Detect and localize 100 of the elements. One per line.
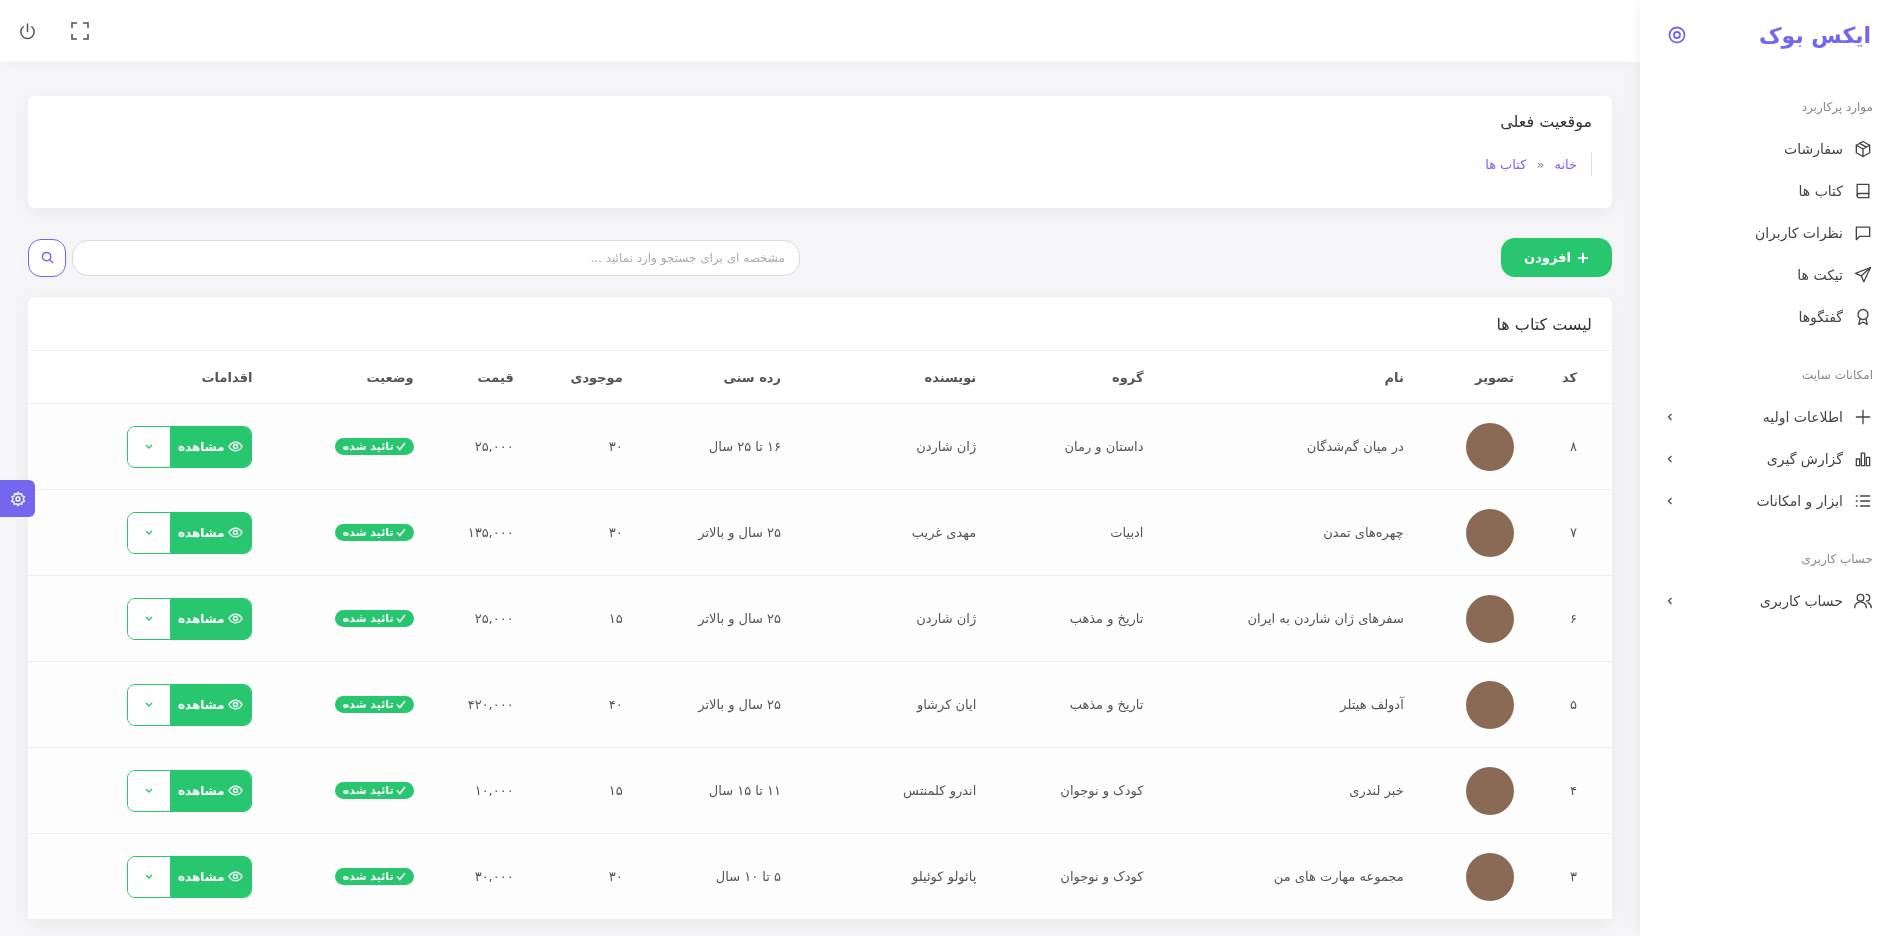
sidebar-item[interactable]: تیکت ها	[1640, 254, 1901, 296]
table-cell: ۳۰	[530, 489, 641, 576]
sidebar-item[interactable]: نظرات کاربران	[1640, 212, 1901, 254]
table-cell: مهدی غریب	[801, 489, 997, 576]
table-cell: ۱۶ تا ۲۵ سال	[640, 403, 801, 490]
card-title: لیست کتاب ها	[1495, 314, 1593, 336]
table-cell: ایان کرشاو	[801, 661, 997, 748]
sidebar-item[interactable]: گفتگوها	[1640, 296, 1901, 338]
chevron-down-icon	[143, 701, 154, 708]
status-text: تائید شده	[342, 698, 394, 711]
eye-icon	[228, 699, 244, 710]
column-header: اقدامات	[28, 350, 301, 404]
column-header: رده سنی	[640, 350, 801, 404]
chevron-icon	[1665, 496, 1675, 506]
table-cell: آدولف هیتلر	[1161, 661, 1422, 748]
table-cell: ۳	[1541, 833, 1612, 920]
table-cell: کودک و نوجوان	[996, 833, 1162, 920]
table-cell: ۲۵,۰۰۰	[430, 403, 531, 490]
table-cell: ۴۰	[530, 661, 641, 748]
chevron-down-icon	[143, 787, 154, 794]
table-cell: ۵ تا ۱۰ سال	[640, 833, 801, 920]
users-icon	[1853, 591, 1873, 611]
column-header: موجودی	[530, 350, 641, 404]
column-header: گروه	[996, 350, 1162, 404]
table-cell: ۱۵	[530, 747, 641, 834]
search-field[interactable]: مشخصه ای برای جستجو وارد نمائید ...	[72, 239, 800, 276]
breadcrumb-separator: «	[1536, 157, 1545, 172]
plus-icon	[1576, 251, 1589, 264]
status-text: تائید شده	[342, 612, 394, 625]
table-cell: ۲۵ سال و بالاتر	[640, 489, 801, 576]
table-cell: ۱۰,۰۰۰	[430, 747, 531, 834]
table-cell: ۷	[1541, 489, 1612, 576]
search-icon	[40, 251, 54, 264]
logo-text[interactable]: ایکس بوک	[1759, 22, 1871, 48]
column-header: تصویر	[1421, 350, 1542, 404]
table-cell: ۸	[1541, 403, 1612, 490]
check-icon	[395, 442, 406, 451]
table-cell: ادبیات	[996, 489, 1162, 576]
settings-button[interactable]	[0, 480, 35, 517]
table-cell: ۱۳۵,۰۰۰	[430, 489, 531, 576]
table-cell: پائولو کوئیلو	[801, 833, 997, 920]
eye-icon	[228, 527, 244, 538]
paper-plane-icon	[1853, 265, 1873, 285]
table-cell: ژان شاردن	[801, 575, 997, 662]
section-heading: حساب کاربری	[1800, 551, 1874, 568]
breadcrumb-link[interactable]: کتاب ها	[1485, 157, 1527, 172]
check-icon	[395, 614, 406, 623]
table-cell: ۶	[1541, 575, 1612, 662]
sidebar-item[interactable]: اطلاعات اولیه	[1640, 396, 1901, 438]
power-icon[interactable]	[18, 21, 37, 41]
table-cell: ۲۵ سال و بالاتر	[640, 661, 801, 748]
table-cell: ۳۰,۰۰۰	[430, 833, 531, 920]
status-text: تائید شده	[342, 440, 394, 453]
section-heading: امکانات سایت	[1801, 367, 1874, 384]
card-title: موقعیت فعلی	[1499, 112, 1592, 131]
chevron-down-icon	[143, 529, 154, 536]
sidebar-item[interactable]: سفارشات	[1640, 128, 1901, 170]
breadcrumb-link[interactable]: خانه	[1554, 157, 1577, 172]
table-cell: ۴۲۰,۰۰۰	[430, 661, 531, 748]
box-icon	[1853, 139, 1873, 159]
chevron-icon	[1665, 596, 1675, 606]
chevron-icon	[1665, 454, 1675, 464]
table-cell: سفرهای ژان شاردن به ایران	[1161, 575, 1422, 662]
table-cell: ۵	[1541, 661, 1612, 748]
sidebar-item[interactable]: حساب کاربری	[1640, 580, 1901, 622]
table-cell: مجموعه مهارت های من	[1161, 833, 1422, 920]
table-cell: تاریخ و مذهب	[996, 661, 1162, 748]
eye-icon	[228, 871, 244, 882]
plus-icon	[1853, 407, 1873, 427]
fullscreen-icon[interactable]	[71, 22, 89, 40]
sidebar-item[interactable]: گزارش گیری	[1640, 438, 1901, 480]
search-button[interactable]	[28, 238, 66, 277]
table-cell: ۲۵,۰۰۰	[430, 575, 531, 662]
column-header: کد	[1541, 350, 1612, 404]
settings-icon	[9, 490, 26, 507]
table-cell: خبر لندری	[1161, 747, 1422, 834]
eye-icon	[228, 785, 244, 796]
column-header: نویسنده	[801, 350, 997, 404]
radio-circle-icon[interactable]	[1668, 26, 1686, 44]
table-cell: ۱۱ تا ۱۵ سال	[640, 747, 801, 834]
chevron-down-icon	[143, 873, 154, 880]
column-header: قیمت	[430, 350, 531, 404]
column-header: وضعیت	[300, 350, 431, 404]
check-icon	[395, 786, 406, 795]
section-heading: موارد پرکاربرد	[1800, 99, 1874, 116]
chevron-icon	[1665, 412, 1675, 422]
sidebar-item[interactable]: ابزار و امکانات	[1640, 480, 1901, 522]
table-cell: داستان و رمان	[996, 403, 1162, 490]
table-cell: ۳۰	[530, 833, 641, 920]
table-cell: کودک و نوجوان	[996, 747, 1162, 834]
chevron-down-icon	[143, 615, 154, 622]
table-cell: ۲۵ سال و بالاتر	[640, 575, 801, 662]
check-icon	[395, 700, 406, 709]
eye-icon	[228, 613, 244, 624]
table-cell: ۴	[1541, 747, 1612, 834]
table-cell: چهره‌های تمدن	[1161, 489, 1422, 576]
sidebar-item[interactable]: کتاب ها	[1640, 170, 1901, 212]
table-cell: اندرو کلمنتس	[801, 747, 997, 834]
table-cell: تاریخ و مذهب	[996, 575, 1162, 662]
column-header: نام	[1161, 350, 1422, 404]
